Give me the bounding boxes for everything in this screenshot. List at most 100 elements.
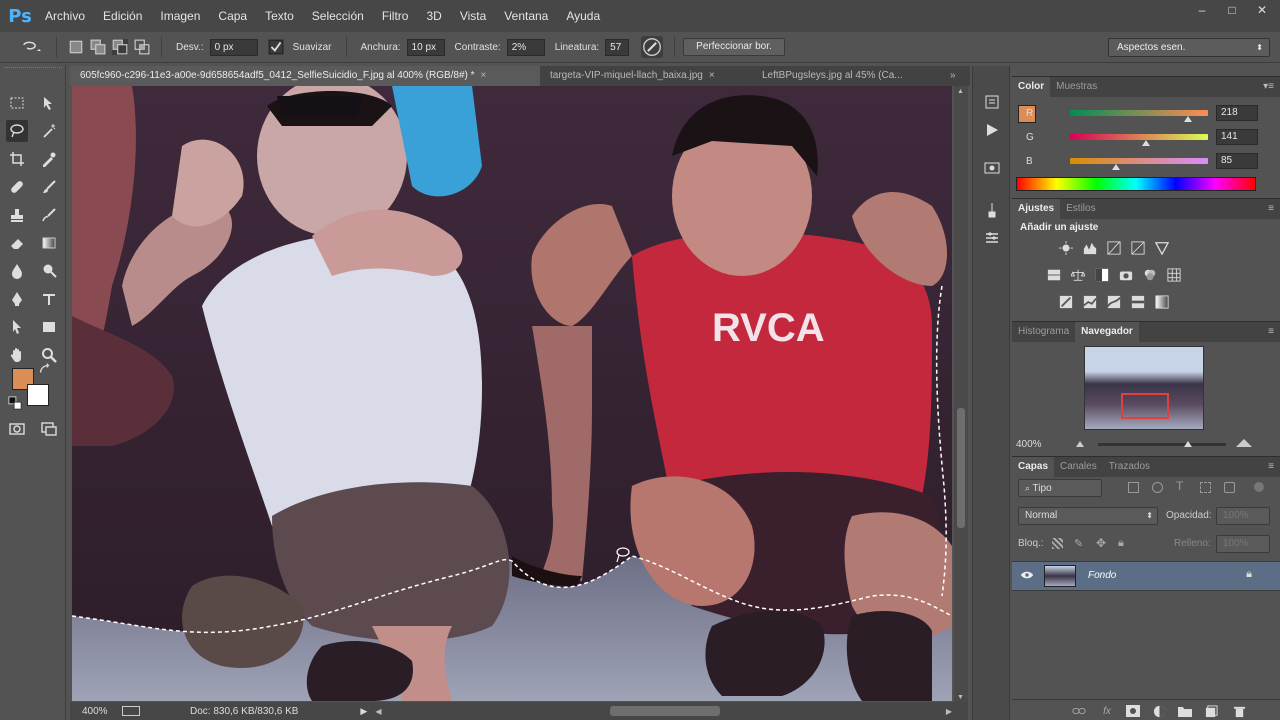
levels-icon[interactable] [1082,240,1098,256]
posterize-icon[interactable] [1082,294,1098,310]
menu-vista[interactable]: Vista [451,0,495,32]
new-adjustment-layer-icon[interactable] [1152,705,1166,717]
blue-value-input[interactable]: 85 [1216,153,1258,169]
hscroll-right-arrow-icon[interactable]: ▶ [946,707,952,716]
fill-input[interactable]: 100% [1216,535,1270,553]
history-brush-tool-icon[interactable] [38,204,60,226]
menu-seleccion[interactable]: Selección [303,0,373,32]
swap-colors-icon[interactable] [38,362,52,376]
panel-menu-icon[interactable]: ≡ [1268,326,1274,337]
new-layer-icon[interactable] [1204,704,1218,717]
color-balance-icon[interactable] [1070,267,1086,283]
minimize-button[interactable]: – [1192,2,1212,18]
blur-tool-icon[interactable] [6,260,28,282]
navigator-zoom-knob[interactable] [1184,441,1192,447]
zoom-out-icon[interactable] [1076,441,1084,447]
channel-mixer-icon[interactable] [1142,267,1158,283]
marquee-tool-icon[interactable] [6,92,28,114]
exposure-icon[interactable] [1130,240,1146,256]
menu-edicion[interactable]: Edición [94,0,151,32]
threshold-icon[interactable] [1106,294,1122,310]
menu-ventana[interactable]: Ventana [495,0,557,32]
green-slider-track[interactable] [1070,134,1208,140]
tablet-pressure-icon[interactable] [641,36,664,58]
black-white-icon[interactable] [1094,267,1110,283]
tab-histogram[interactable]: Histograma [1012,322,1075,342]
brush-presets-icon[interactable] [982,200,1002,220]
crop-tool-icon[interactable] [6,148,28,170]
close-button[interactable]: ✕ [1252,2,1272,18]
clone-stamp-tool-icon[interactable] [6,204,28,226]
color-lookup-icon[interactable] [1166,267,1182,283]
lock-all-icon[interactable]: 🔒︎ [1118,537,1124,550]
navigator-thumbnail[interactable] [1084,346,1204,430]
panel-menu-icon[interactable]: ≡ [1268,461,1274,472]
lasso-tool-icon[interactable] [6,120,28,142]
brush-tool-icon[interactable] [38,176,60,198]
magic-wand-tool-icon[interactable] [38,120,60,142]
maximize-button[interactable]: □ [1222,2,1242,18]
tab-styles[interactable]: Estilos [1060,199,1101,219]
feather-input[interactable]: 0 px [209,38,258,56]
horizontal-scroll-thumb[interactable] [610,706,720,716]
workspace-select[interactable]: Aspectos esen. ⬍ [1108,38,1270,57]
blue-slider-knob[interactable] [1112,164,1120,170]
blend-mode-select[interactable]: Normal ⬍ [1018,507,1158,525]
red-value-input[interactable]: 218 [1216,105,1258,121]
panel-menu-icon[interactable]: ▾≡ [1263,81,1274,92]
vibrance-icon[interactable] [1154,240,1170,256]
menu-capa[interactable]: Capa [209,0,256,32]
invert-icon[interactable] [1058,294,1074,310]
smooth-checkbox-icon[interactable] [268,39,284,55]
status-zoom[interactable]: 400% [82,706,118,717]
scroll-up-arrow-icon[interactable]: ▲ [957,88,964,95]
red-slider-knob[interactable] [1183,116,1192,122]
info-panel-icon[interactable] [982,158,1002,178]
navigator-zoom-value[interactable]: 400% [1016,439,1042,450]
menu-filtro[interactable]: Filtro [373,0,418,32]
document-tab-active[interactable]: 605fc960-c296-11e3-a00e-9d658654adf5_041… [70,66,540,86]
layer-name[interactable]: Fondo [1088,570,1116,581]
type-tool-icon[interactable] [38,288,60,310]
magnetic-lasso-preset-icon[interactable] [17,39,45,55]
healing-brush-tool-icon[interactable] [6,176,28,198]
default-colors-icon[interactable] [8,396,22,410]
curves-icon[interactable] [1106,240,1122,256]
move-tool-icon[interactable] [38,92,60,114]
navigator-view-box[interactable] [1121,393,1169,419]
gradient-tool-icon[interactable] [38,232,60,254]
properties-panel-icon[interactable] [982,228,1002,248]
status-menu-arrow-icon[interactable]: ▶ [360,706,367,717]
menu-imagen[interactable]: Imagen [151,0,209,32]
hue-saturation-icon[interactable] [1046,267,1062,283]
vertical-scroll-thumb[interactable] [957,408,965,528]
filter-smart-object-icon[interactable] [1224,482,1235,493]
path-selection-tool-icon[interactable] [6,316,28,338]
menu-archivo[interactable]: Archivo [36,0,94,32]
document-tab[interactable]: LeftBPugsleys.jpg al 45% (Ca... [752,66,942,86]
scroll-down-arrow-icon[interactable]: ▼ [957,694,964,701]
dodge-tool-icon[interactable] [38,260,60,282]
green-slider-knob[interactable] [1142,140,1151,146]
blue-slider-track[interactable] [1070,158,1208,164]
document-tab[interactable]: targeta-VIP-miquel-llach_baixa.jpg × [540,66,752,86]
lock-position-icon[interactable]: ✥ [1096,536,1106,550]
close-tab-icon[interactable]: × [709,70,715,81]
lock-image-icon[interactable]: ✎ [1074,537,1083,550]
photo-filter-icon[interactable] [1118,267,1134,283]
eraser-tool-icon[interactable] [6,232,28,254]
rectangle-tool-icon[interactable] [38,316,60,338]
hand-tool-icon[interactable] [6,344,28,366]
tab-paths[interactable]: Trazados [1103,457,1156,477]
tab-layers[interactable]: Capas [1012,457,1055,477]
new-group-icon[interactable] [1178,705,1192,717]
subtract-selection-icon[interactable] [112,39,128,55]
menu-3d[interactable]: 3D [417,0,450,32]
tab-navigator[interactable]: Navegador [1075,322,1139,342]
zoom-in-icon[interactable] [1236,439,1252,447]
gradient-map-icon[interactable] [1154,294,1170,310]
contrast-input[interactable]: 2% [506,38,545,56]
tab-channels[interactable]: Canales [1054,457,1103,477]
pen-tool-icon[interactable] [6,288,28,310]
menu-ayuda[interactable]: Ayuda [557,0,609,32]
